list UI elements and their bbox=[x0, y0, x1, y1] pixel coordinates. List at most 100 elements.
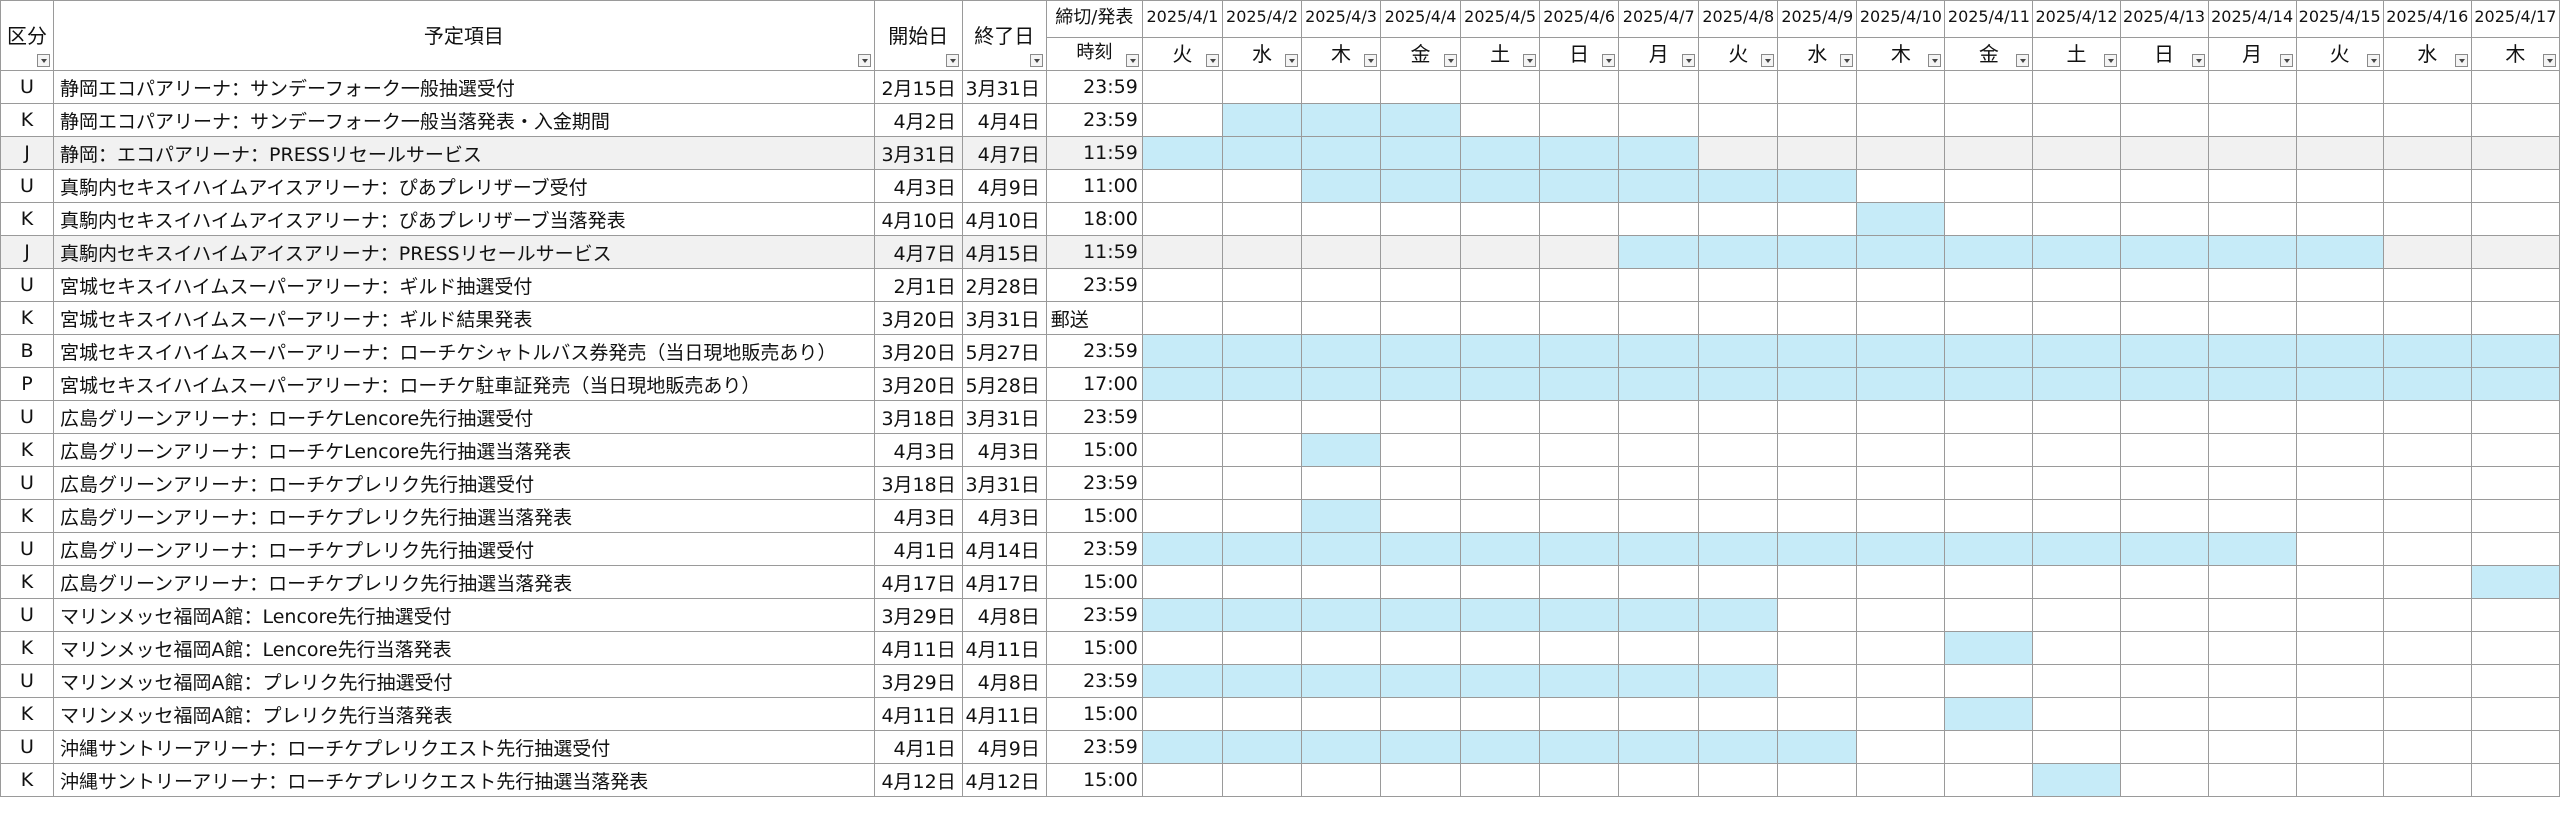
gantt-cell[interactable] bbox=[1698, 235, 1779, 269]
filter-dropdown-button[interactable] bbox=[1284, 54, 1298, 67]
item-cell[interactable]: 静岡エコパアリーナ：サンデーフォーク一般抽選受付 bbox=[53, 70, 875, 104]
item-cell[interactable]: 広島グリーンアリーナ：ローチケLencore先行抽選受付 bbox=[53, 400, 875, 434]
gantt-cell[interactable] bbox=[1460, 268, 1541, 302]
gantt-cell[interactable] bbox=[2207, 499, 2297, 533]
end-date-cell[interactable]: 4月11日 bbox=[961, 631, 1047, 665]
gantt-cell[interactable] bbox=[2032, 202, 2121, 236]
gantt-cell[interactable] bbox=[2119, 532, 2209, 566]
gantt-cell[interactable] bbox=[2295, 499, 2384, 533]
time-cell[interactable]: 郵送 bbox=[1045, 301, 1143, 335]
gantt-cell[interactable] bbox=[1539, 301, 1620, 335]
gantt-cell[interactable] bbox=[2119, 202, 2209, 236]
gantt-cell[interactable] bbox=[1460, 202, 1541, 236]
gantt-cell[interactable] bbox=[1221, 169, 1302, 203]
start-date-cell[interactable]: 4月10日 bbox=[873, 202, 963, 236]
category-cell[interactable]: U bbox=[0, 70, 55, 104]
gantt-cell[interactable] bbox=[1539, 532, 1620, 566]
time-cell[interactable]: 15:00 bbox=[1045, 565, 1143, 599]
gantt-cell[interactable] bbox=[1380, 367, 1462, 401]
gantt-cell[interactable] bbox=[1856, 235, 1946, 269]
gantt-cell[interactable] bbox=[1944, 598, 2034, 632]
gantt-cell[interactable] bbox=[2119, 730, 2209, 764]
gantt-cell[interactable] bbox=[1777, 70, 1858, 104]
gantt-cell[interactable] bbox=[1141, 136, 1223, 170]
gantt-cell[interactable] bbox=[1856, 367, 1946, 401]
gantt-cell[interactable] bbox=[1460, 598, 1541, 632]
gantt-cell[interactable] bbox=[1141, 433, 1223, 467]
gantt-cell[interactable] bbox=[1380, 136, 1462, 170]
gantt-cell[interactable] bbox=[2295, 70, 2384, 104]
gantt-cell[interactable] bbox=[1460, 532, 1541, 566]
gantt-cell[interactable] bbox=[2295, 532, 2384, 566]
gantt-cell[interactable] bbox=[1380, 697, 1462, 731]
gantt-cell[interactable] bbox=[1141, 301, 1223, 335]
gantt-cell[interactable] bbox=[1777, 499, 1858, 533]
gantt-cell[interactable] bbox=[1944, 499, 2034, 533]
start-date-cell[interactable]: 4月3日 bbox=[873, 499, 963, 533]
gantt-cell[interactable] bbox=[1698, 730, 1779, 764]
start-date-cell[interactable]: 3月29日 bbox=[873, 598, 963, 632]
gantt-cell[interactable] bbox=[2382, 268, 2472, 302]
gantt-cell[interactable] bbox=[2119, 499, 2209, 533]
end-date-cell[interactable]: 2月28日 bbox=[961, 268, 1047, 302]
gantt-cell[interactable] bbox=[1944, 730, 2034, 764]
gantt-cell[interactable] bbox=[2382, 466, 2472, 500]
gantt-cell[interactable] bbox=[1618, 499, 1700, 533]
gantt-cell[interactable] bbox=[1380, 730, 1462, 764]
gantt-cell[interactable] bbox=[1777, 301, 1858, 335]
gantt-cell[interactable] bbox=[2382, 367, 2472, 401]
gantt-cell[interactable] bbox=[1698, 433, 1779, 467]
gantt-cell[interactable] bbox=[1618, 763, 1700, 797]
time-cell[interactable]: 23:59 bbox=[1045, 70, 1143, 104]
gantt-cell[interactable] bbox=[2295, 169, 2384, 203]
gantt-cell[interactable] bbox=[1141, 466, 1223, 500]
gantt-cell[interactable] bbox=[2119, 565, 2209, 599]
item-cell[interactable]: 沖縄サントリーアリーナ：ローチケプレリクエスト先行抽選当落発表 bbox=[53, 763, 875, 797]
gantt-cell[interactable] bbox=[1300, 334, 1382, 368]
gantt-cell[interactable] bbox=[2382, 631, 2472, 665]
gantt-cell[interactable] bbox=[2119, 598, 2209, 632]
gantt-cell[interactable] bbox=[1698, 532, 1779, 566]
gantt-cell[interactable] bbox=[1141, 565, 1223, 599]
item-cell[interactable]: 広島グリーンアリーナ：ローチケプレリク先行抽選受付 bbox=[53, 466, 875, 500]
gantt-cell[interactable] bbox=[1698, 565, 1779, 599]
gantt-cell[interactable] bbox=[2382, 103, 2472, 137]
gantt-cell[interactable] bbox=[1380, 763, 1462, 797]
end-date-cell[interactable]: 4月9日 bbox=[961, 169, 1047, 203]
gantt-cell[interactable] bbox=[1698, 103, 1779, 137]
gantt-cell[interactable] bbox=[1618, 202, 1700, 236]
gantt-cell[interactable] bbox=[1944, 664, 2034, 698]
gantt-cell[interactable] bbox=[1300, 367, 1382, 401]
gantt-cell[interactable] bbox=[1698, 136, 1779, 170]
gantt-cell[interactable] bbox=[1221, 235, 1302, 269]
category-cell[interactable]: U bbox=[0, 664, 55, 698]
gantt-cell[interactable] bbox=[1944, 565, 2034, 599]
gantt-cell[interactable] bbox=[1539, 697, 1620, 731]
gantt-cell[interactable] bbox=[1618, 466, 1700, 500]
time-cell[interactable]: 23:59 bbox=[1045, 730, 1143, 764]
item-cell[interactable]: 真駒内セキスイハイムアイスアリーナ：PRESSリセールサービス bbox=[53, 235, 875, 269]
item-cell[interactable]: 宮城セキスイハイムスーパーアリーナ：ギルド結果発表 bbox=[53, 301, 875, 335]
gantt-cell[interactable] bbox=[1141, 103, 1223, 137]
category-cell[interactable]: K bbox=[0, 631, 55, 665]
gantt-cell[interactable] bbox=[2032, 532, 2121, 566]
gantt-cell[interactable] bbox=[1944, 466, 2034, 500]
gantt-cell[interactable] bbox=[2470, 763, 2560, 797]
item-cell[interactable]: 宮城セキスイハイムスーパーアリーナ：ローチケシャトルバス券発売（当日現地販売あり… bbox=[53, 334, 875, 368]
gantt-cell[interactable] bbox=[1380, 235, 1462, 269]
gantt-cell[interactable] bbox=[1944, 169, 2034, 203]
gantt-cell[interactable] bbox=[1618, 169, 1700, 203]
gantt-cell[interactable] bbox=[1460, 466, 1541, 500]
item-cell[interactable]: 宮城セキスイハイムスーパーアリーナ：ローチケ駐車証発売（当日現地販売あり） bbox=[53, 367, 875, 401]
gantt-cell[interactable] bbox=[1539, 103, 1620, 137]
gantt-cell[interactable] bbox=[1300, 730, 1382, 764]
gantt-cell[interactable] bbox=[1221, 631, 1302, 665]
gantt-cell[interactable] bbox=[2295, 235, 2384, 269]
gantt-cell[interactable] bbox=[2207, 268, 2297, 302]
gantt-cell[interactable] bbox=[1300, 301, 1382, 335]
gantt-cell[interactable] bbox=[2295, 631, 2384, 665]
gantt-cell[interactable] bbox=[1221, 70, 1302, 104]
filter-dropdown-button[interactable] bbox=[1602, 54, 1616, 67]
gantt-cell[interactable] bbox=[1380, 202, 1462, 236]
gantt-cell[interactable] bbox=[1539, 235, 1620, 269]
